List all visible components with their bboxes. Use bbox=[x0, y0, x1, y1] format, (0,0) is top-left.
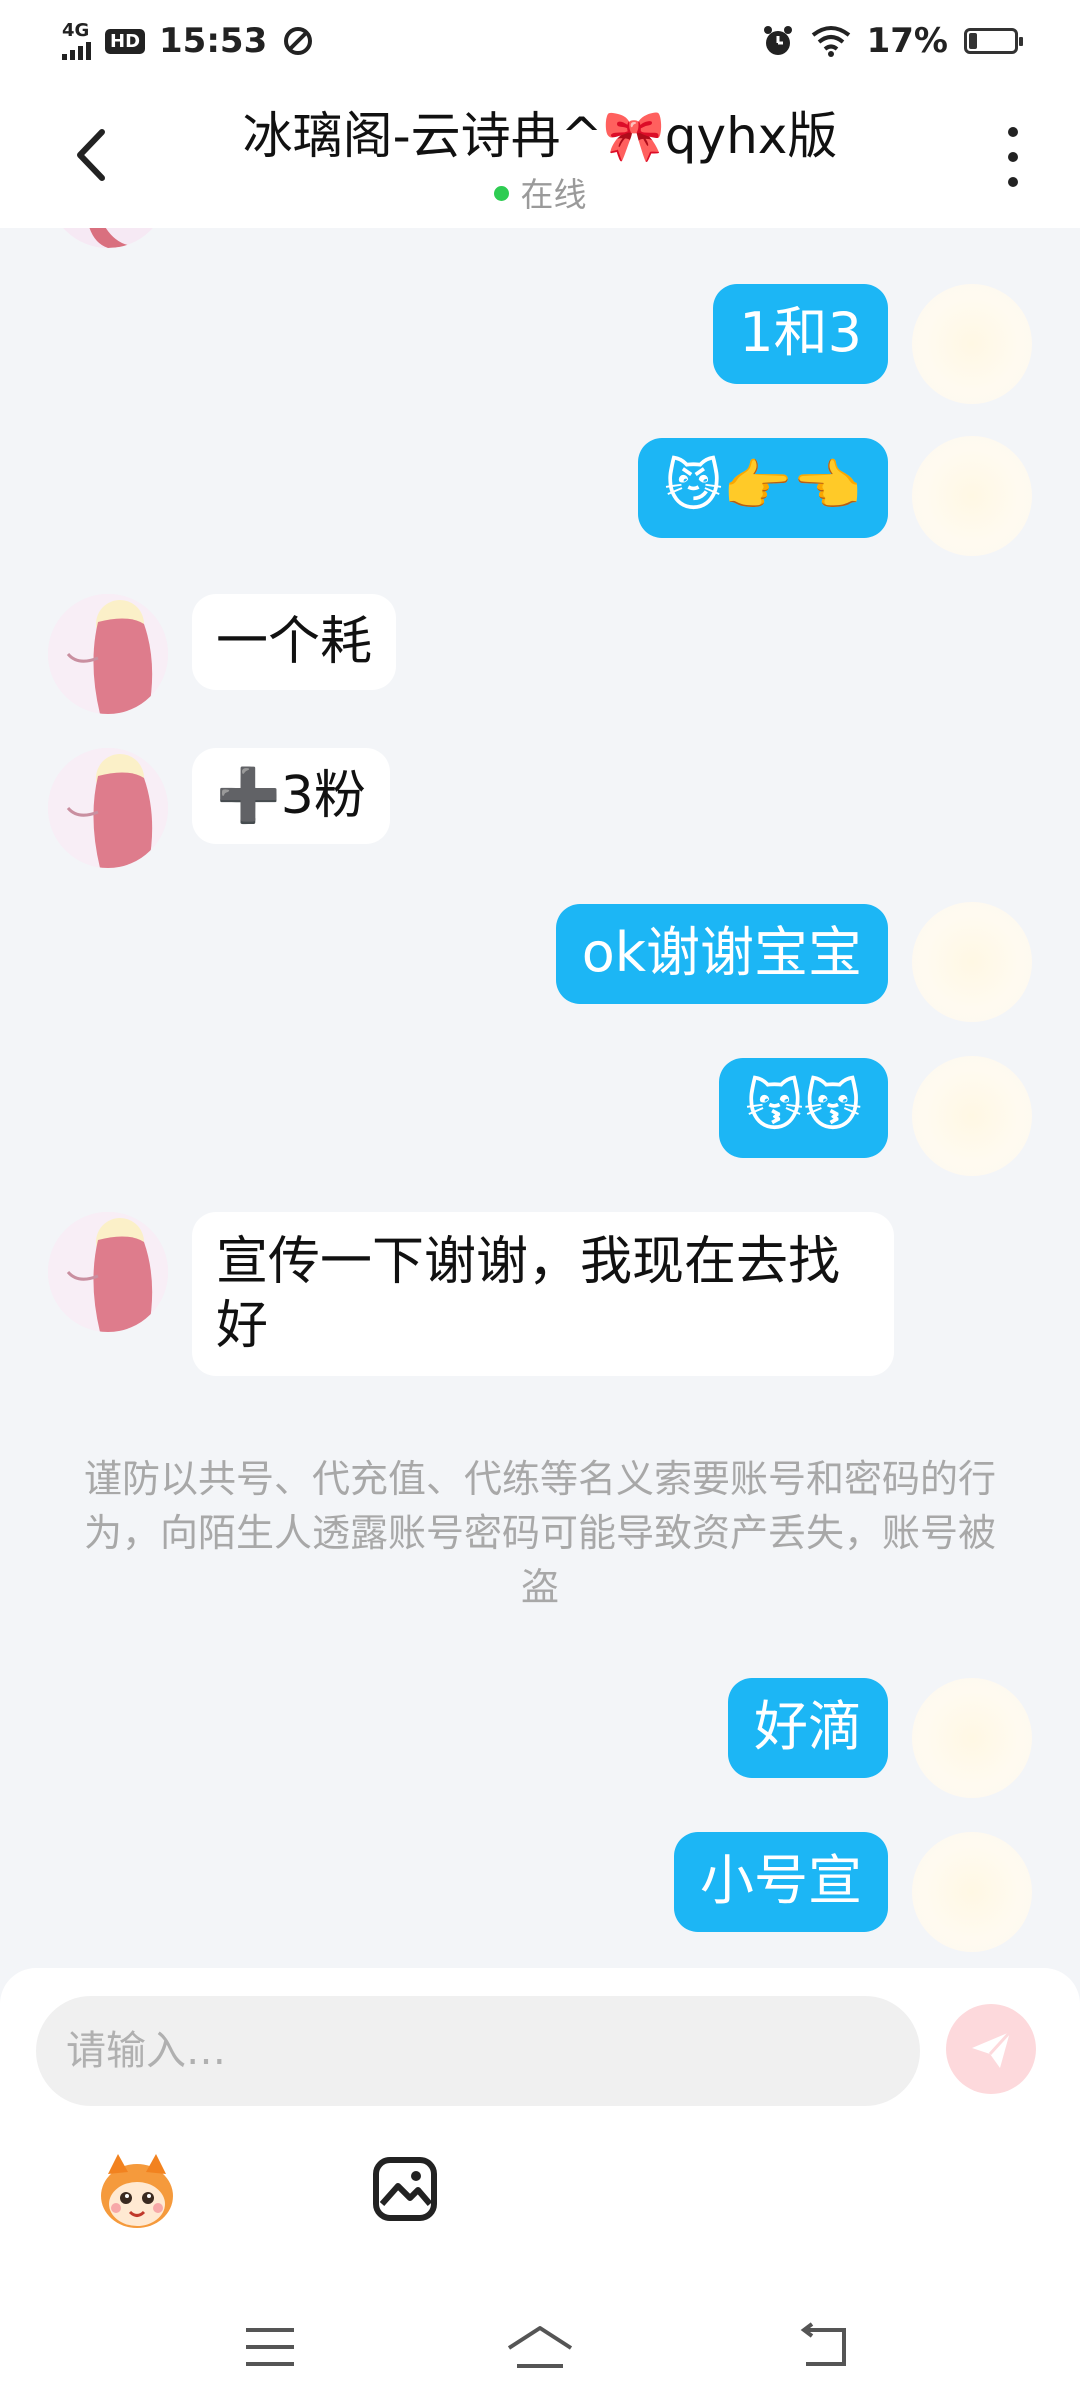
contact-avatar[interactable] bbox=[48, 1212, 168, 1332]
hd-badge: HD bbox=[105, 28, 146, 54]
contact-avatar[interactable] bbox=[48, 228, 168, 248]
battery-icon bbox=[964, 28, 1023, 54]
emoji-button[interactable] bbox=[92, 2146, 182, 2236]
message-bubble-outgoing[interactable]: 小号宣 bbox=[674, 1832, 888, 1932]
back-arrow-icon bbox=[800, 2322, 846, 2366]
image-button[interactable] bbox=[370, 2154, 440, 2224]
chat-title: 冰璃阁-云诗冉^🎀qyhx版 bbox=[242, 107, 838, 165]
status-time: 15:53 bbox=[159, 21, 268, 61]
online-status-text: 在线 bbox=[520, 175, 587, 214]
paper-plane-icon bbox=[972, 2030, 1012, 2068]
message-bubble-outgoing[interactable]: 😼👉👈 bbox=[638, 438, 888, 538]
status-left: 4G HD 15:53 bbox=[62, 21, 315, 61]
network-type: 4G bbox=[62, 20, 90, 41]
message-emoji: 😽😽 bbox=[745, 1074, 862, 1139]
sync-icon bbox=[284, 27, 313, 55]
status-bar: 4G HD 15:53 17% bbox=[0, 0, 1080, 82]
alarm-icon bbox=[763, 26, 792, 55]
chat-header: 冰璃阁-云诗冉^🎀qyhx版 在线 bbox=[0, 82, 1080, 228]
wifi-icon bbox=[811, 26, 850, 57]
mascot-emoji-icon bbox=[101, 2154, 173, 2228]
message-bubble-incoming[interactable]: ➕3粉 bbox=[192, 748, 390, 844]
network-indicator: 4G bbox=[62, 22, 91, 60]
message-emoji: 😼👉👈 bbox=[664, 454, 862, 519]
message-bubble-outgoing[interactable]: 好滴 bbox=[728, 1678, 888, 1778]
nav-home-button[interactable] bbox=[505, 2322, 575, 2376]
message-text: 好滴 bbox=[754, 1695, 862, 1758]
my-avatar[interactable] bbox=[912, 902, 1032, 1022]
status-right: 17% bbox=[761, 21, 1023, 61]
image-icon bbox=[373, 2157, 437, 2221]
message-bubble-outgoing[interactable]: 1和3 bbox=[713, 284, 888, 384]
message-bubble-incoming[interactable]: 宣传一下谢谢，我现在去找好 bbox=[192, 1212, 894, 1376]
my-avatar[interactable] bbox=[912, 1678, 1032, 1798]
message-text: 一个耗 bbox=[216, 612, 373, 672]
my-avatar[interactable] bbox=[912, 1832, 1032, 1952]
message-text: 宣传一下谢谢，我现在去找好 bbox=[216, 1232, 841, 1356]
contact-avatar[interactable] bbox=[48, 594, 168, 714]
my-avatar[interactable] bbox=[912, 284, 1032, 404]
message-bubble-outgoing[interactable]: ok谢谢宝宝 bbox=[555, 904, 888, 1004]
online-dot-icon bbox=[493, 186, 509, 201]
message-bubble-incoming[interactable]: 一个耗 bbox=[192, 594, 397, 690]
battery-percent: 17% bbox=[866, 21, 948, 61]
nav-back-button[interactable] bbox=[796, 2322, 852, 2376]
system-nav-bar bbox=[0, 2300, 1080, 2408]
message-text: ok谢谢宝宝 bbox=[581, 921, 862, 984]
signal-icon bbox=[62, 40, 91, 60]
message-text: 1和3 bbox=[739, 301, 862, 364]
security-notice: 谨防以共号、代充值、代练等名义索要账号和密码的行为，向陌生人透露账号密码可能导致… bbox=[80, 1452, 1000, 1614]
my-avatar[interactable] bbox=[912, 436, 1032, 556]
message-text: 小号宣 bbox=[700, 1849, 862, 1912]
home-icon bbox=[507, 2326, 573, 2368]
more-options-button[interactable] bbox=[998, 127, 1028, 187]
menu-icon bbox=[246, 2328, 294, 2366]
message-bubble-outgoing[interactable]: 😽😽 bbox=[719, 1058, 888, 1158]
send-button[interactable] bbox=[946, 2004, 1036, 2094]
online-status: 在线 bbox=[0, 168, 1080, 216]
nav-menu-button[interactable] bbox=[242, 2322, 298, 2376]
message-input[interactable] bbox=[36, 1996, 920, 2106]
message-text: ➕3粉 bbox=[216, 766, 366, 826]
notice-text: 谨防以共号、代充值、代练等名义索要账号和密码的行为，向陌生人透露账号密码可能导致… bbox=[83, 1457, 996, 1609]
my-avatar[interactable] bbox=[912, 1056, 1032, 1176]
chat-messages[interactable]: 1和3 😼👉👈 一个耗 ➕3粉 ok谢谢宝宝 😽😽 宣传一下谢谢，我现在去找好 … bbox=[0, 228, 1080, 1968]
contact-avatar[interactable] bbox=[48, 748, 168, 868]
